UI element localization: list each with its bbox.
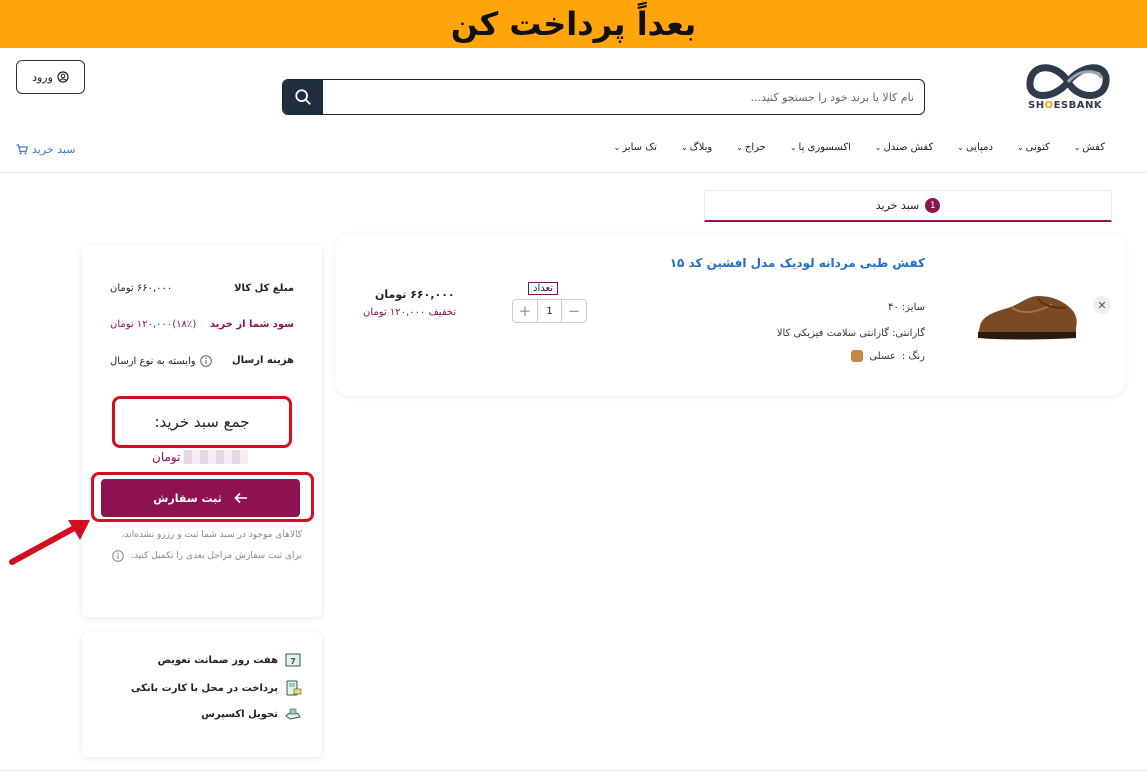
guarantee-item: پرداخت در محل با کارت بانکی — [131, 680, 302, 696]
close-icon: ✕ — [1097, 298, 1107, 312]
tab-cart-label: سبد خرید — [875, 199, 920, 212]
chevron-down-icon: ⌄ — [613, 143, 621, 152]
blurred-amount — [184, 450, 249, 464]
card-reader-icon — [286, 680, 302, 696]
summary-profit-row: سود شما از خرید (۱۸٪)۱۲۰,۰۰۰ تومان — [110, 319, 294, 330]
annotation-arrow-icon — [9, 520, 90, 565]
product-title[interactable]: کفش طبی مردانه لودیک مدل افشین کد ۱۵ — [670, 256, 925, 270]
product-discount: تخفیف ۱۲۰,۰۰۰ تومان — [363, 307, 457, 318]
search-button[interactable] — [283, 80, 323, 114]
cart-notice-text: کالاهای موجود در سبد شما ثبت و رزرو نشده… — [121, 530, 303, 561]
footer-divider — [0, 770, 1147, 771]
remove-item-button[interactable]: ✕ — [1093, 296, 1111, 314]
cart-total-label: جمع سبد خرید: — [154, 413, 250, 431]
quantity-stepper: + 1 − — [512, 299, 587, 323]
user-circle-icon — [57, 71, 69, 83]
quantity-value[interactable]: 1 — [537, 300, 562, 322]
cart-item: کفش طبی مردانه لودیک مدل افشین کد ۱۵ ✕ س… — [335, 234, 1125, 396]
nav-item-shoes[interactable]: کفش ⌄ — [1074, 142, 1105, 153]
submit-order-button[interactable]: ثبت سفارش — [101, 479, 300, 517]
login-button[interactable]: ورود — [16, 60, 85, 94]
increase-button[interactable]: + — [513, 300, 537, 322]
color-value: عسلی — [869, 350, 896, 362]
cart-total-currency: تومان — [152, 450, 181, 464]
total-value: ۶۶۰,۰۰۰ تومان — [110, 283, 173, 294]
guarantees-card: 7 هفت روز ضمانت تعویض پرداخت در محل با ک… — [82, 632, 322, 757]
cart-total-value: تومان — [152, 450, 249, 464]
summary-total-row: مبلغ کل کالا ۶۶۰,۰۰۰ تومان — [110, 283, 294, 294]
nav-item-accessories[interactable]: اکسسوری پا ⌄ — [790, 142, 851, 153]
guarantee-label: تحویل اکسپرس — [201, 708, 278, 720]
guarantee-item: تحویل اکسپرس — [201, 706, 302, 722]
info-icon — [112, 549, 125, 562]
chevron-down-icon: ⌄ — [957, 143, 964, 152]
order-summary: مبلغ کل کالا ۶۶۰,۰۰۰ تومان سود شما از خر… — [82, 245, 322, 617]
shipping-value: وابسته به نوع ارسال — [110, 355, 196, 367]
chevron-down-icon: ⌄ — [680, 143, 688, 152]
profit-value: (۱۸٪)۱۲۰,۰۰۰ تومان — [110, 319, 197, 330]
top-banner: بعداً پرداخت کن — [0, 0, 1147, 48]
color-label: رنگ : — [901, 350, 925, 362]
submit-order-label: ثبت سفارش — [153, 491, 222, 505]
box-7-icon: 7 — [285, 653, 301, 667]
color-swatch — [851, 350, 864, 362]
info-icon[interactable] — [199, 355, 212, 367]
cart-link-label: سبد خرید — [32, 143, 76, 156]
cart-notice: کالاهای موجود در سبد شما ثبت و رزرو نشده… — [102, 525, 302, 567]
banner-text: بعداً پرداخت کن — [450, 5, 697, 43]
svg-text:7: 7 — [290, 657, 296, 666]
cart-count-badge: 1 — [925, 198, 941, 213]
search-icon — [295, 89, 311, 105]
product-image[interactable] — [972, 286, 1082, 346]
chevron-down-icon: ⌄ — [1073, 143, 1081, 152]
search-input[interactable] — [323, 80, 924, 114]
main-nav: کفش ⌄ کتونی ⌄ دمپایی ⌄ کفش صندل ⌄ اکسسوری پا… — [590, 142, 1105, 153]
login-label: ورود — [32, 70, 53, 84]
quantity-label: تعداد — [528, 282, 559, 295]
nav-item-sandals[interactable]: کفش صندل ⌄ — [875, 142, 933, 153]
chevron-down-icon: ⌄ — [1016, 143, 1024, 152]
chevron-down-icon: ⌄ — [789, 143, 797, 152]
decrease-button[interactable]: − — [562, 300, 586, 322]
summary-shipping-row: هزینه ارسال وابسته به نوع ارسال — [110, 355, 294, 367]
nav-item-sale[interactable]: حراج ⌄ — [736, 142, 766, 153]
guarantee-label: هفت روز ضمانت تعویض — [157, 654, 278, 666]
product-warranty: گارانتی: گارانتی سلامت فیزیکی کالا — [776, 328, 925, 339]
cart-link[interactable]: سبد خرید — [16, 143, 76, 156]
profit-label: سود شما از خرید — [209, 319, 294, 330]
tab-cart[interactable]: 1 سبد خرید — [704, 190, 1112, 222]
nav-item-sneakers[interactable]: کتونی ⌄ — [1017, 142, 1050, 153]
search-bar — [282, 79, 925, 115]
product-color: رنگ : عسلی — [851, 350, 925, 362]
guarantee-label: پرداخت در محل با کارت بانکی — [130, 682, 278, 694]
chevron-down-icon: ⌄ — [736, 143, 743, 152]
total-label: مبلغ کل کالا — [234, 283, 294, 294]
logo-text: SHOESBANK — [1028, 100, 1103, 111]
express-delivery-icon — [285, 708, 301, 720]
arrow-left-icon — [234, 492, 247, 504]
cart-total-label-highlight: جمع سبد خرید: — [112, 396, 292, 448]
nav-item-single-size[interactable]: تک سایز ⌄ — [614, 142, 657, 153]
cart-icon — [16, 144, 28, 155]
product-price: ۶۶۰,۰۰۰ تومان — [375, 288, 455, 301]
shipping-label: هزینه ارسال — [232, 355, 294, 366]
guarantee-item: 7 هفت روز ضمانت تعویض — [158, 652, 302, 668]
submit-highlight: ثبت سفارش — [91, 472, 314, 522]
nav-item-slippers[interactable]: دمپایی ⌄ — [957, 142, 993, 153]
product-size: سایز: ۴۰ — [887, 302, 925, 313]
chevron-down-icon: ⌄ — [874, 143, 882, 152]
site-header: SHOESBANK ورود کفش⌄ کتونی⌄ دمپایی⌄ کفش ص… — [0, 48, 1147, 173]
nav-item-blog[interactable]: وبلاگ ⌄ — [681, 142, 712, 153]
